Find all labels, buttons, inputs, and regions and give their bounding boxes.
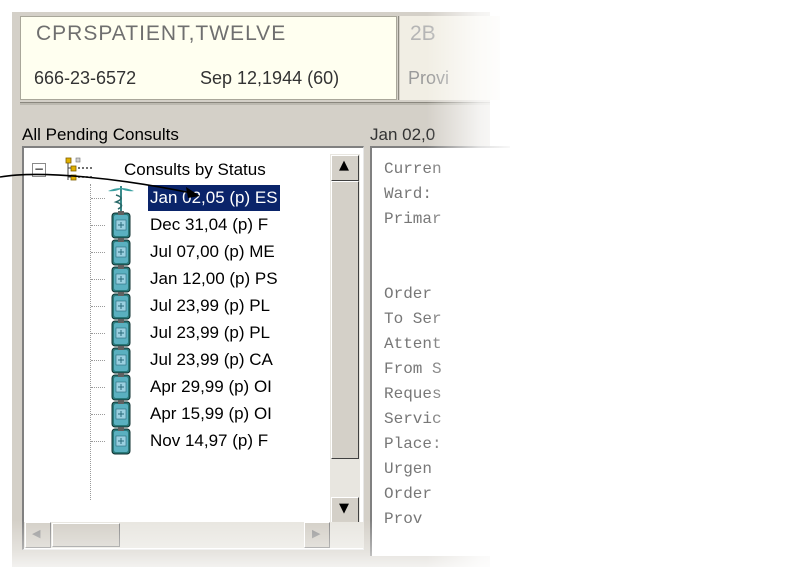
- scroll-down-button[interactable]: ▼: [331, 497, 359, 523]
- consult-document-icon: [111, 373, 131, 401]
- scroll-right-icon: ▶: [312, 527, 321, 540]
- consults-panel-label: All Pending Consults: [22, 125, 179, 144]
- consult-document-icon: [111, 427, 131, 455]
- detail-line: Order: [384, 285, 433, 303]
- patient-dob: Sep 12,1944 (60): [200, 68, 340, 88]
- scroll-left-button[interactable]: ◀: [25, 522, 51, 548]
- consult-item[interactable]: Nov 14,97 (p) F: [150, 428, 268, 454]
- consult-item[interactable]: Jul 23,99 (p) CA: [150, 347, 273, 373]
- consult-document-icon: [111, 292, 131, 320]
- tree-connector-branch: [91, 360, 105, 361]
- consult-item[interactable]: Jul 07,00 (p) ME: [150, 239, 275, 265]
- consult-item[interactable]: Jul 23,99 (p) PL: [150, 320, 270, 346]
- consult-document-icon: [111, 400, 131, 428]
- detail-line: From S: [384, 360, 442, 378]
- consult-item[interactable]: Jan 02,05 (p) ES: [148, 185, 280, 211]
- detail-line: Primar: [384, 210, 442, 228]
- detail-line: Curren: [384, 160, 442, 178]
- tree-connector-branch: [91, 306, 105, 307]
- consult-document-icon: [111, 346, 131, 374]
- tree-connector-branch: [91, 414, 105, 415]
- scroll-up-icon: ▲: [339, 158, 349, 173]
- caduceus-icon: [108, 186, 134, 211]
- detail-line: Order: [384, 485, 433, 503]
- blank-area: [520, 0, 800, 571]
- consult-document-icon: [111, 238, 131, 266]
- consult-item[interactable]: Jul 23,99 (p) PL: [150, 293, 270, 319]
- patient-ssn: 666-23-6572: [34, 68, 137, 88]
- detail-line: To Ser: [384, 310, 442, 328]
- consult-item[interactable]: Apr 29,99 (p) OI: [150, 374, 272, 400]
- horizontal-scroll-thumb[interactable]: [52, 523, 120, 547]
- consult-document-icon: [111, 265, 131, 293]
- tree-connector-branch: [91, 252, 105, 253]
- tree-connector-branch: [91, 387, 105, 388]
- consult-document-icon: [111, 319, 131, 347]
- patient-provider: Provi: [408, 68, 450, 88]
- vertical-scroll-thumb[interactable]: [331, 181, 359, 459]
- detail-line: Servic: [384, 410, 442, 428]
- cprs-consults-screen: CPRSPATIENT,TWELVE 666-23-6572 Sep 12,19…: [0, 0, 800, 571]
- patient-name: CPRSPATIENT,TWELVE: [36, 22, 287, 45]
- tree-connector-line: [90, 184, 91, 500]
- detail-panel-label: Jan 02,0: [370, 125, 436, 144]
- detail-line: Prov: [384, 510, 423, 528]
- header-divider: [398, 16, 399, 100]
- consult-tree-icon: [65, 157, 92, 181]
- detail-line: Ward:: [384, 185, 433, 203]
- tree-connector-branch: [91, 279, 105, 280]
- tree-connector-branch: [91, 333, 105, 334]
- consult-item[interactable]: Jan 12,00 (p) PS: [150, 266, 278, 292]
- scroll-left-icon: ◀: [32, 527, 41, 540]
- collapse-icon[interactable]: −: [32, 163, 46, 177]
- consult-item[interactable]: Apr 15,99 (p) OI: [150, 401, 272, 427]
- patient-room: 2B: [410, 22, 436, 45]
- consult-document-icon: [111, 211, 131, 239]
- detail-line: Place:: [384, 435, 442, 453]
- tree-connector-branch: [91, 225, 105, 226]
- detail-line: Attent: [384, 335, 442, 353]
- tree-connector-branch: [91, 441, 105, 442]
- scroll-right-button[interactable]: ▶: [304, 522, 330, 548]
- detail-line: Urgen: [384, 460, 433, 478]
- tree-connector-branch: [91, 198, 105, 199]
- scroll-down-icon: ▼: [339, 501, 349, 516]
- consult-item[interactable]: Dec 31,04 (p) F: [150, 212, 268, 238]
- header-separator: [20, 102, 490, 105]
- detail-line: Reques: [384, 385, 442, 403]
- scroll-up-button[interactable]: ▲: [331, 155, 359, 181]
- tree-root-label[interactable]: Consults by Status: [124, 160, 266, 180]
